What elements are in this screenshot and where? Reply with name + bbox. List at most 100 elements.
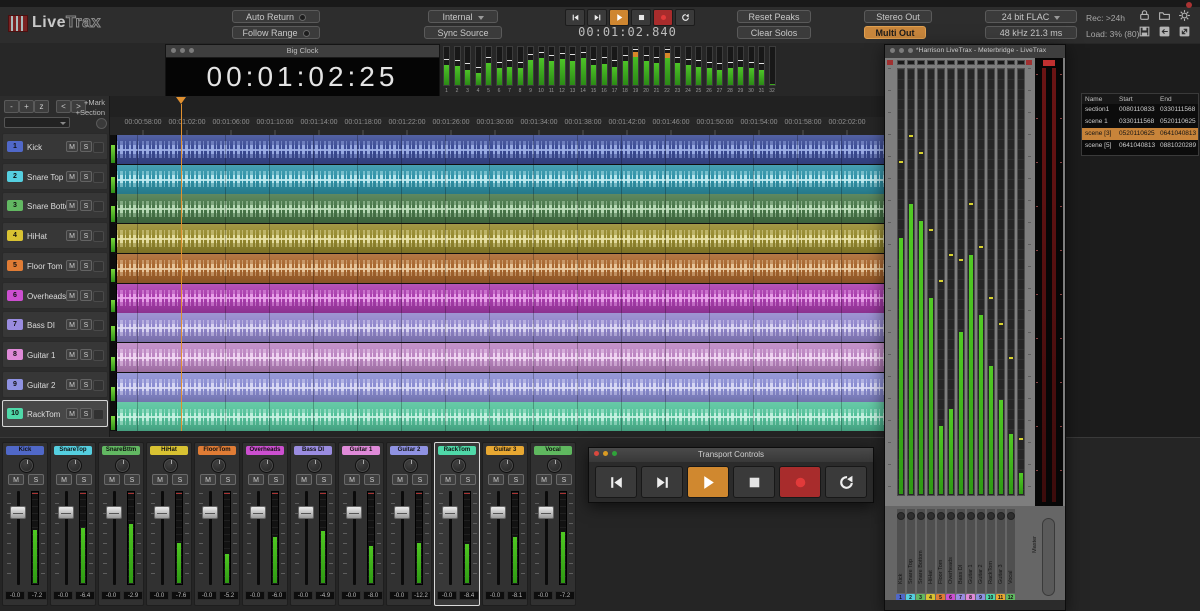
strip-pan-knob[interactable] bbox=[355, 458, 370, 473]
strip-gain-value[interactable]: -0.0 bbox=[341, 591, 361, 600]
header-stop-button[interactable] bbox=[631, 9, 651, 26]
mixer-strip-racktom[interactable]: RackTomMS-0.0-8.4 bbox=[434, 442, 480, 606]
strip-pan-knob[interactable] bbox=[451, 458, 466, 473]
transport-titlebar[interactable]: Transport Controls bbox=[589, 448, 873, 462]
add-section-button[interactable]: +Section bbox=[76, 108, 105, 117]
strip-fader-handle[interactable] bbox=[442, 506, 458, 519]
track-lane-kick[interactable] bbox=[110, 135, 891, 164]
scene-row-scene-3-[interactable]: scene [3]05201106250641040813 bbox=[1082, 128, 1198, 140]
mixer-strip-floortom[interactable]: FloorTomMS-0.0-5.2 bbox=[194, 442, 240, 606]
track-solo-button[interactable]: S bbox=[80, 319, 92, 330]
big-clock-titlebar[interactable]: Big Clock bbox=[166, 45, 439, 58]
track-filter-select[interactable] bbox=[4, 117, 70, 128]
folder-icon[interactable] bbox=[1158, 9, 1171, 22]
track-header-kick[interactable]: 1KickMS bbox=[2, 133, 108, 160]
track-mute-button[interactable]: M bbox=[66, 200, 78, 211]
strip-pan-knob[interactable] bbox=[211, 458, 226, 473]
strip-solo-button[interactable]: S bbox=[76, 474, 92, 485]
strip-pan-knob[interactable] bbox=[67, 458, 82, 473]
track-mute-button[interactable]: M bbox=[66, 319, 78, 330]
transport-play-button[interactable] bbox=[687, 466, 729, 498]
track-input-button[interactable] bbox=[93, 350, 104, 361]
track-header-racktom[interactable]: 10RackTomMS bbox=[2, 400, 108, 427]
strip-mute-button[interactable]: M bbox=[56, 474, 72, 485]
strip-pan-knob[interactable] bbox=[403, 458, 418, 473]
strip-fader-handle[interactable] bbox=[346, 506, 362, 519]
track-header-snare-top[interactable]: 2Snare TopMS bbox=[2, 163, 108, 190]
mixer-strip-bass-di[interactable]: Bass DIMS-0.0-4.9 bbox=[290, 442, 336, 606]
import-icon[interactable] bbox=[1158, 25, 1171, 38]
meterbridge-titlebar[interactable]: *Harrison LiveTrax - Meterbridge - LiveT… bbox=[885, 45, 1065, 59]
strip-pan-knob[interactable] bbox=[163, 458, 178, 473]
track-mute-button[interactable]: M bbox=[66, 171, 78, 182]
track-header-overheads[interactable]: 6OverheadsMS bbox=[2, 282, 108, 309]
track-solo-button[interactable]: S bbox=[80, 408, 92, 419]
strip-solo-button[interactable]: S bbox=[556, 474, 572, 485]
header-go-end-button[interactable] bbox=[587, 9, 607, 26]
strip-mute-button[interactable]: M bbox=[152, 474, 168, 485]
strip-mute-button[interactable]: M bbox=[440, 474, 456, 485]
strip-fader-handle[interactable] bbox=[298, 506, 314, 519]
track-input-button[interactable] bbox=[93, 201, 104, 212]
strip-gain-value[interactable]: -0.0 bbox=[101, 591, 121, 600]
mb-channel-knob[interactable] bbox=[987, 512, 995, 520]
mb-channel-knob[interactable] bbox=[967, 512, 975, 520]
track-lane-snare-top[interactable] bbox=[110, 165, 891, 194]
header-loop-button[interactable] bbox=[675, 9, 695, 26]
scene-row-scene-5-[interactable]: scene [5]06410408130881020289 bbox=[1082, 140, 1198, 152]
strip-fader-handle[interactable] bbox=[154, 506, 170, 519]
mixer-strip-hihat[interactable]: HiHatMS-0.0-7.6 bbox=[146, 442, 192, 606]
strip-solo-button[interactable]: S bbox=[172, 474, 188, 485]
strip-mute-button[interactable]: M bbox=[536, 474, 552, 485]
track-solo-button[interactable]: S bbox=[80, 349, 92, 360]
track-header-guitar-1[interactable]: 8Guitar 1MS bbox=[2, 341, 108, 368]
track-input-button[interactable] bbox=[93, 380, 104, 391]
transport-record-button[interactable] bbox=[779, 466, 821, 498]
track-header-snare-bottom[interactable]: 3Snare BottomMS bbox=[2, 192, 108, 219]
track-lane-guitar-2[interactable] bbox=[110, 373, 891, 402]
track-lane-bass-di[interactable] bbox=[110, 313, 891, 342]
track-mute-button[interactable]: M bbox=[66, 379, 78, 390]
track-solo-button[interactable]: S bbox=[80, 230, 92, 241]
mixer-strip-kick[interactable]: KickMS-0.0-7.2 bbox=[2, 442, 48, 606]
panel-menu-button[interactable] bbox=[96, 118, 107, 129]
track-lane-racktom[interactable] bbox=[110, 402, 891, 431]
track-solo-button[interactable]: S bbox=[80, 141, 92, 152]
meterbridge-window[interactable]: *Harrison LiveTrax - Meterbridge - LiveT… bbox=[884, 44, 1066, 611]
strip-pan-knob[interactable] bbox=[499, 458, 514, 473]
zoom-fit-button[interactable]: z bbox=[34, 100, 49, 113]
strip-gain-value[interactable]: -0.0 bbox=[533, 591, 553, 600]
strip-solo-button[interactable]: S bbox=[268, 474, 284, 485]
track-mute-button[interactable]: M bbox=[66, 349, 78, 360]
strip-gain-value[interactable]: -0.0 bbox=[5, 591, 25, 600]
zoom-out-button[interactable]: - bbox=[4, 100, 19, 113]
strip-solo-button[interactable]: S bbox=[460, 474, 476, 485]
zoom-in-button[interactable]: + bbox=[19, 100, 34, 113]
strip-gain-value[interactable]: -0.0 bbox=[437, 591, 457, 600]
auto-return-button[interactable]: Auto Return bbox=[232, 10, 320, 23]
strip-pan-knob[interactable] bbox=[307, 458, 322, 473]
track-mute-button[interactable]: M bbox=[66, 408, 78, 419]
strip-solo-button[interactable]: S bbox=[28, 474, 44, 485]
track-input-button[interactable] bbox=[93, 261, 104, 272]
track-input-button[interactable] bbox=[93, 142, 104, 153]
strip-gain-value[interactable]: -0.0 bbox=[245, 591, 265, 600]
mixer-strip-vocal[interactable]: VocalMS-0.0-7.2 bbox=[530, 442, 576, 606]
add-mark-button[interactable]: +Mark bbox=[84, 98, 105, 107]
strip-fader-handle[interactable] bbox=[250, 506, 266, 519]
strip-solo-button[interactable]: S bbox=[124, 474, 140, 485]
strip-mute-button[interactable]: M bbox=[488, 474, 504, 485]
transport-loop-button[interactable] bbox=[825, 466, 867, 498]
transport-go-start-button[interactable] bbox=[595, 466, 637, 498]
mixer-strip-snaretop[interactable]: SnareTopMS-0.0-6.4 bbox=[50, 442, 96, 606]
header-play-button[interactable] bbox=[609, 9, 629, 26]
scene-row-section1[interactable]: section100801108330330111568 bbox=[1082, 104, 1198, 116]
strip-pan-knob[interactable] bbox=[19, 458, 34, 473]
track-solo-button[interactable]: S bbox=[80, 290, 92, 301]
strip-solo-button[interactable]: S bbox=[364, 474, 380, 485]
track-solo-button[interactable]: S bbox=[80, 171, 92, 182]
mixer-strip-overheads[interactable]: OverheadsMS-0.0-6.0 bbox=[242, 442, 288, 606]
track-header-bass-di[interactable]: 7Bass DIMS bbox=[2, 311, 108, 338]
track-lane-floor-tom[interactable] bbox=[110, 254, 891, 283]
mb-channel-knob[interactable] bbox=[947, 512, 955, 520]
